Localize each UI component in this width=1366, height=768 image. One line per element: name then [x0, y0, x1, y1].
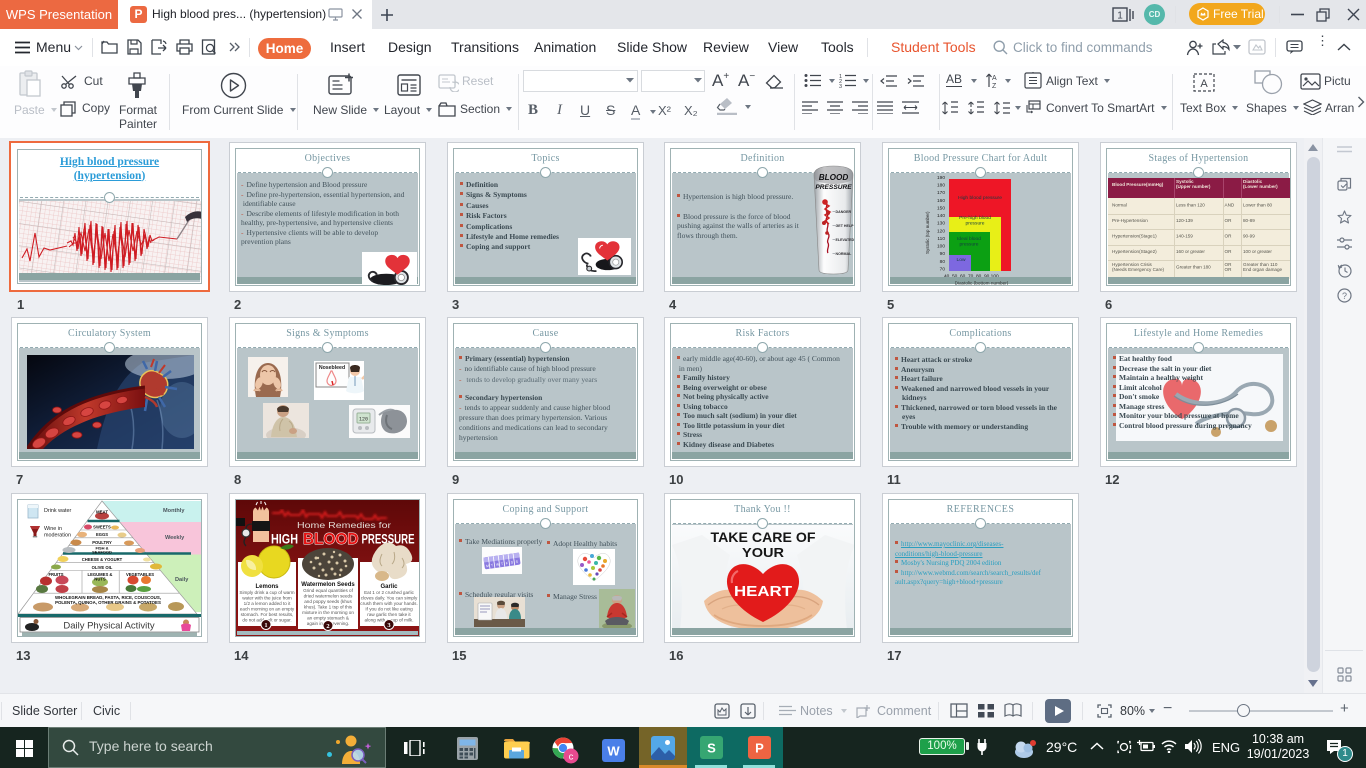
- svg-text:raw garlic then take it: raw garlic then take it: [367, 612, 411, 617]
- svg-text:Daily Physical Activity: Daily Physical Activity: [63, 621, 155, 632]
- svg-text:Monthly: Monthly: [163, 508, 185, 514]
- svg-text:P: P: [755, 741, 764, 756]
- svg-text:NORMAL: NORMAL: [836, 252, 853, 256]
- svg-text:YOUR: YOUR: [742, 545, 785, 560]
- svg-text:MEAT: MEAT: [96, 510, 108, 515]
- svg-text:PRESSURE: PRESSURE: [815, 184, 852, 191]
- svg-text:Simply drink a cup of warm: Simply drink a cup of warm: [239, 590, 294, 595]
- svg-text:moderation: moderation: [44, 533, 71, 539]
- svg-text:cloves daily. You can simply: cloves daily. You can simply: [361, 596, 418, 601]
- svg-text:TAKE CARE OF: TAKE CARE OF: [711, 529, 816, 545]
- svg-text:Nosebleed: Nosebleed: [319, 365, 345, 371]
- svg-text:Grind equal quantities of: Grind equal quantities of: [303, 588, 354, 593]
- svg-text:VEGETABLES: VEGETABLES: [126, 572, 154, 577]
- svg-text:BLOOD: BLOOD: [819, 173, 849, 182]
- svg-text:DANGER: DANGER: [836, 210, 852, 214]
- svg-text:EGGS: EGGS: [96, 532, 108, 537]
- svg-text:GET HELP: GET HELP: [836, 224, 855, 228]
- svg-text:POULTRY: POULTRY: [92, 540, 112, 545]
- svg-text:120: 120: [359, 417, 368, 423]
- svg-text:Weekly: Weekly: [165, 535, 185, 541]
- svg-text:an empty stomach &: an empty stomach &: [307, 616, 349, 621]
- svg-text:crush them with your hands.: crush them with your hands.: [360, 601, 417, 606]
- svg-text:?: ?: [1342, 291, 1347, 301]
- svg-text:W: W: [607, 744, 620, 759]
- svg-text:Eat 1 or 2 crushed garlic: Eat 1 or 2 crushed garlic: [364, 590, 414, 595]
- svg-text:BLOOD: BLOOD: [303, 531, 359, 548]
- svg-text:If you do not like eating: If you do not like eating: [365, 607, 413, 612]
- svg-text:each morning on an empty: each morning on an empty: [240, 607, 295, 612]
- svg-text:CHEESE & YOGURT: CHEESE & YOGURT: [82, 557, 123, 562]
- svg-text:OLIVE OIL: OLIVE OIL: [92, 565, 113, 570]
- svg-text:POLENTA, QUINOA, OTHER GRAINS: POLENTA, QUINOA, OTHER GRAINS & POTATOES: [55, 600, 161, 605]
- svg-text:2: 2: [326, 623, 329, 630]
- svg-text:NUTS: NUTS: [94, 577, 106, 582]
- svg-text:mixture in the morning on: mixture in the morning on: [302, 610, 354, 615]
- svg-text:1: 1: [264, 622, 267, 629]
- svg-text:stomach. For best results,: stomach. For best results,: [241, 612, 294, 617]
- svg-text:HEART: HEART: [734, 584, 792, 600]
- svg-text:1: 1: [1117, 11, 1123, 22]
- svg-text:FRUITS: FRUITS: [48, 572, 63, 577]
- svg-text:HIGH: HIGH: [271, 532, 298, 547]
- svg-text:Drink water: Drink water: [44, 508, 71, 514]
- svg-text:water with the juice from: water with the juice from: [242, 596, 292, 601]
- svg-text:dried watermelon seeds: dried watermelon seeds: [304, 594, 353, 599]
- svg-text:3: 3: [839, 84, 842, 88]
- svg-text:c: c: [569, 752, 574, 763]
- svg-text:Wine in: Wine in: [44, 526, 62, 532]
- svg-text:Z: Z: [992, 83, 997, 89]
- svg-text:ELEVATED: ELEVATED: [836, 238, 855, 242]
- svg-text:A: A: [992, 75, 997, 82]
- svg-text:Home Remedies for: Home Remedies for: [297, 520, 391, 530]
- svg-text:khus). Take 1 tsp of this: khus). Take 1 tsp of this: [304, 605, 353, 610]
- svg-text:S: S: [707, 741, 716, 756]
- svg-text:SEAFOOD: SEAFOOD: [92, 550, 112, 555]
- svg-text:A: A: [1200, 78, 1208, 90]
- svg-text:and poppy seeds (khus: and poppy seeds (khus: [304, 599, 352, 604]
- svg-text:1/2 a lemon added to it: 1/2 a lemon added to it: [244, 601, 291, 606]
- svg-text:SWEETS: SWEETS: [93, 525, 111, 530]
- svg-text:Daily: Daily: [175, 577, 189, 583]
